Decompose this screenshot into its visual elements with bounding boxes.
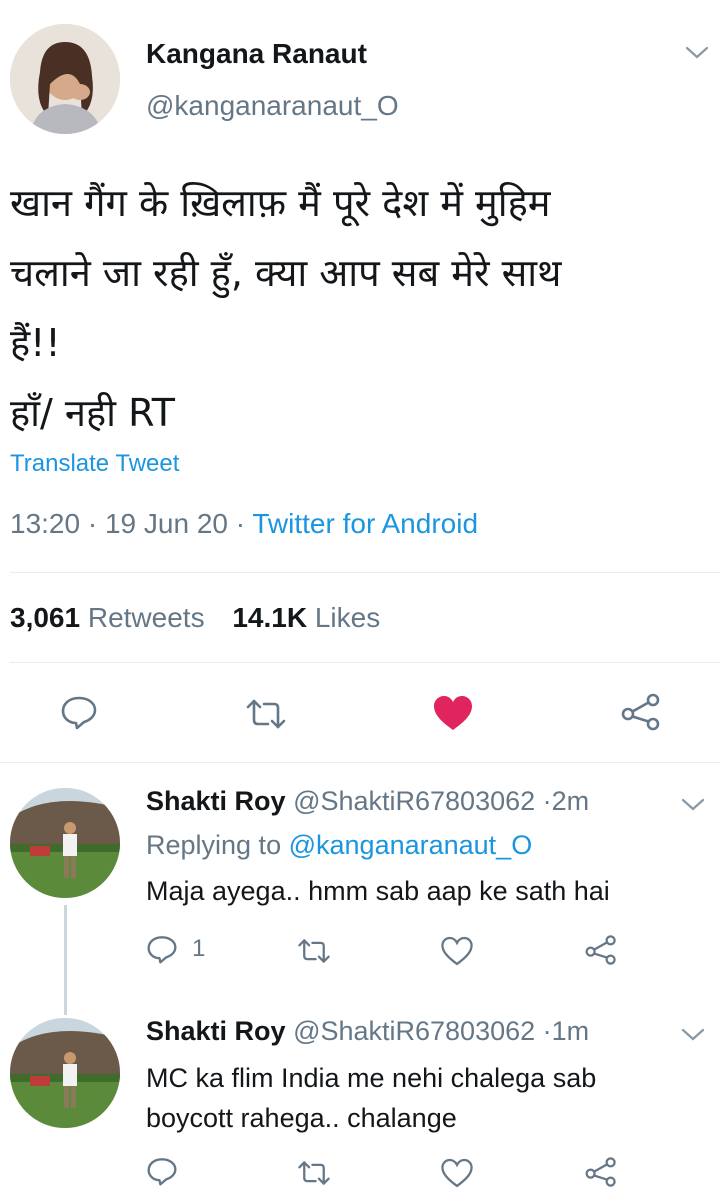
reply-text-line: boycott rahega.. chalange — [146, 1103, 457, 1133]
retweet-icon[interactable] — [296, 1160, 332, 1186]
author-name[interactable]: Kangana Ranaut — [146, 38, 367, 70]
reply-count: 1 — [192, 935, 206, 962]
share-icon[interactable] — [584, 1156, 618, 1188]
reply-avatar[interactable] — [10, 788, 120, 898]
reply-avatar[interactable] — [10, 1018, 120, 1128]
reply-icon[interactable] — [60, 694, 98, 730]
reply-text-line: MC ka flim India me nehi chalega sab — [146, 1063, 597, 1093]
reply-header: Shakti Roy @ShaktiR67803062 ·2m — [146, 786, 589, 817]
share-icon[interactable] — [620, 692, 662, 732]
tweet-text-line: हाँ/ नही RT — [10, 391, 175, 435]
tweet-text-line: हैं!! — [10, 321, 61, 365]
reply-header: Shakti Roy @ShaktiR67803062 ·1m — [146, 1016, 589, 1047]
reply-thread-line — [64, 905, 67, 1015]
separator: · — [542, 1016, 552, 1046]
reply-action[interactable]: 1 — [146, 934, 205, 964]
translate-tweet-link[interactable]: Translate Tweet — [10, 450, 179, 478]
separator: · — [235, 508, 246, 539]
separator: · — [542, 786, 552, 816]
divider — [10, 572, 720, 573]
reply-icon[interactable] — [146, 1156, 178, 1186]
tweet-meta: 13:20 · 19 Jun 20 · Twitter for Android — [10, 508, 478, 540]
share-icon[interactable] — [584, 934, 618, 966]
like-icon[interactable] — [440, 1157, 474, 1189]
retweets-count: 3,061 — [10, 602, 81, 633]
reply-age: 1m — [551, 1016, 590, 1046]
replying-to-label: Replying to — [146, 830, 282, 860]
tweet-text: खान गैंग के ख़िलाफ़ मैं पूरे देश में मुह… — [10, 168, 561, 448]
tweet-source-link[interactable]: Twitter for Android — [252, 508, 478, 539]
author-avatar[interactable] — [10, 24, 120, 134]
reply-age: 2m — [551, 786, 590, 816]
tweet-date: 19 Jun 20 — [104, 508, 228, 539]
reply-icon[interactable] — [146, 934, 178, 964]
chevron-down-icon[interactable] — [684, 44, 710, 62]
replying-to: Replying to @kanganaranaut_O — [146, 830, 532, 861]
like-icon[interactable] — [432, 694, 474, 732]
reply-text: MC ka flim India me nehi chalega sab boy… — [146, 1058, 596, 1138]
reply-author-handle[interactable]: @ShaktiR67803062 — [293, 1016, 535, 1046]
divider — [10, 662, 720, 663]
reply-author-name[interactable]: Shakti Roy — [146, 1016, 286, 1046]
reply-author-name[interactable]: Shakti Roy — [146, 786, 286, 816]
retweet-icon[interactable] — [296, 938, 332, 964]
author-handle[interactable]: @kanganaranaut_O — [146, 90, 399, 122]
likes-count: 14.1K — [232, 602, 308, 633]
retweet-icon[interactable] — [244, 698, 288, 730]
separator: · — [87, 508, 98, 539]
reply-author-handle[interactable]: @ShaktiR67803062 — [293, 786, 535, 816]
divider — [0, 762, 720, 763]
likes-label: Likes — [314, 602, 381, 633]
chevron-down-icon[interactable] — [680, 1026, 706, 1044]
replying-to-handle[interactable]: @kanganaranaut_O — [289, 830, 533, 860]
chevron-down-icon[interactable] — [680, 796, 706, 814]
reply-text: Maja ayega.. hmm sab aap ke sath hai — [146, 876, 610, 906]
like-icon[interactable] — [440, 935, 474, 967]
retweets-stat[interactable]: 3,061 Retweets — [10, 602, 212, 633]
likes-stat[interactable]: 14.1K Likes — [232, 602, 380, 633]
tweet-stats: 3,061 Retweets 14.1K Likes — [10, 602, 380, 634]
tweet-time: 13:20 — [10, 508, 81, 539]
tweet-text-line: खान गैंग के ख़िलाफ़ मैं पूरे देश में मुह… — [10, 181, 551, 225]
retweets-label: Retweets — [87, 602, 205, 633]
tweet-text-line: चलाने जा रही हुँ, क्या आप सब मेरे साथ — [10, 251, 562, 295]
